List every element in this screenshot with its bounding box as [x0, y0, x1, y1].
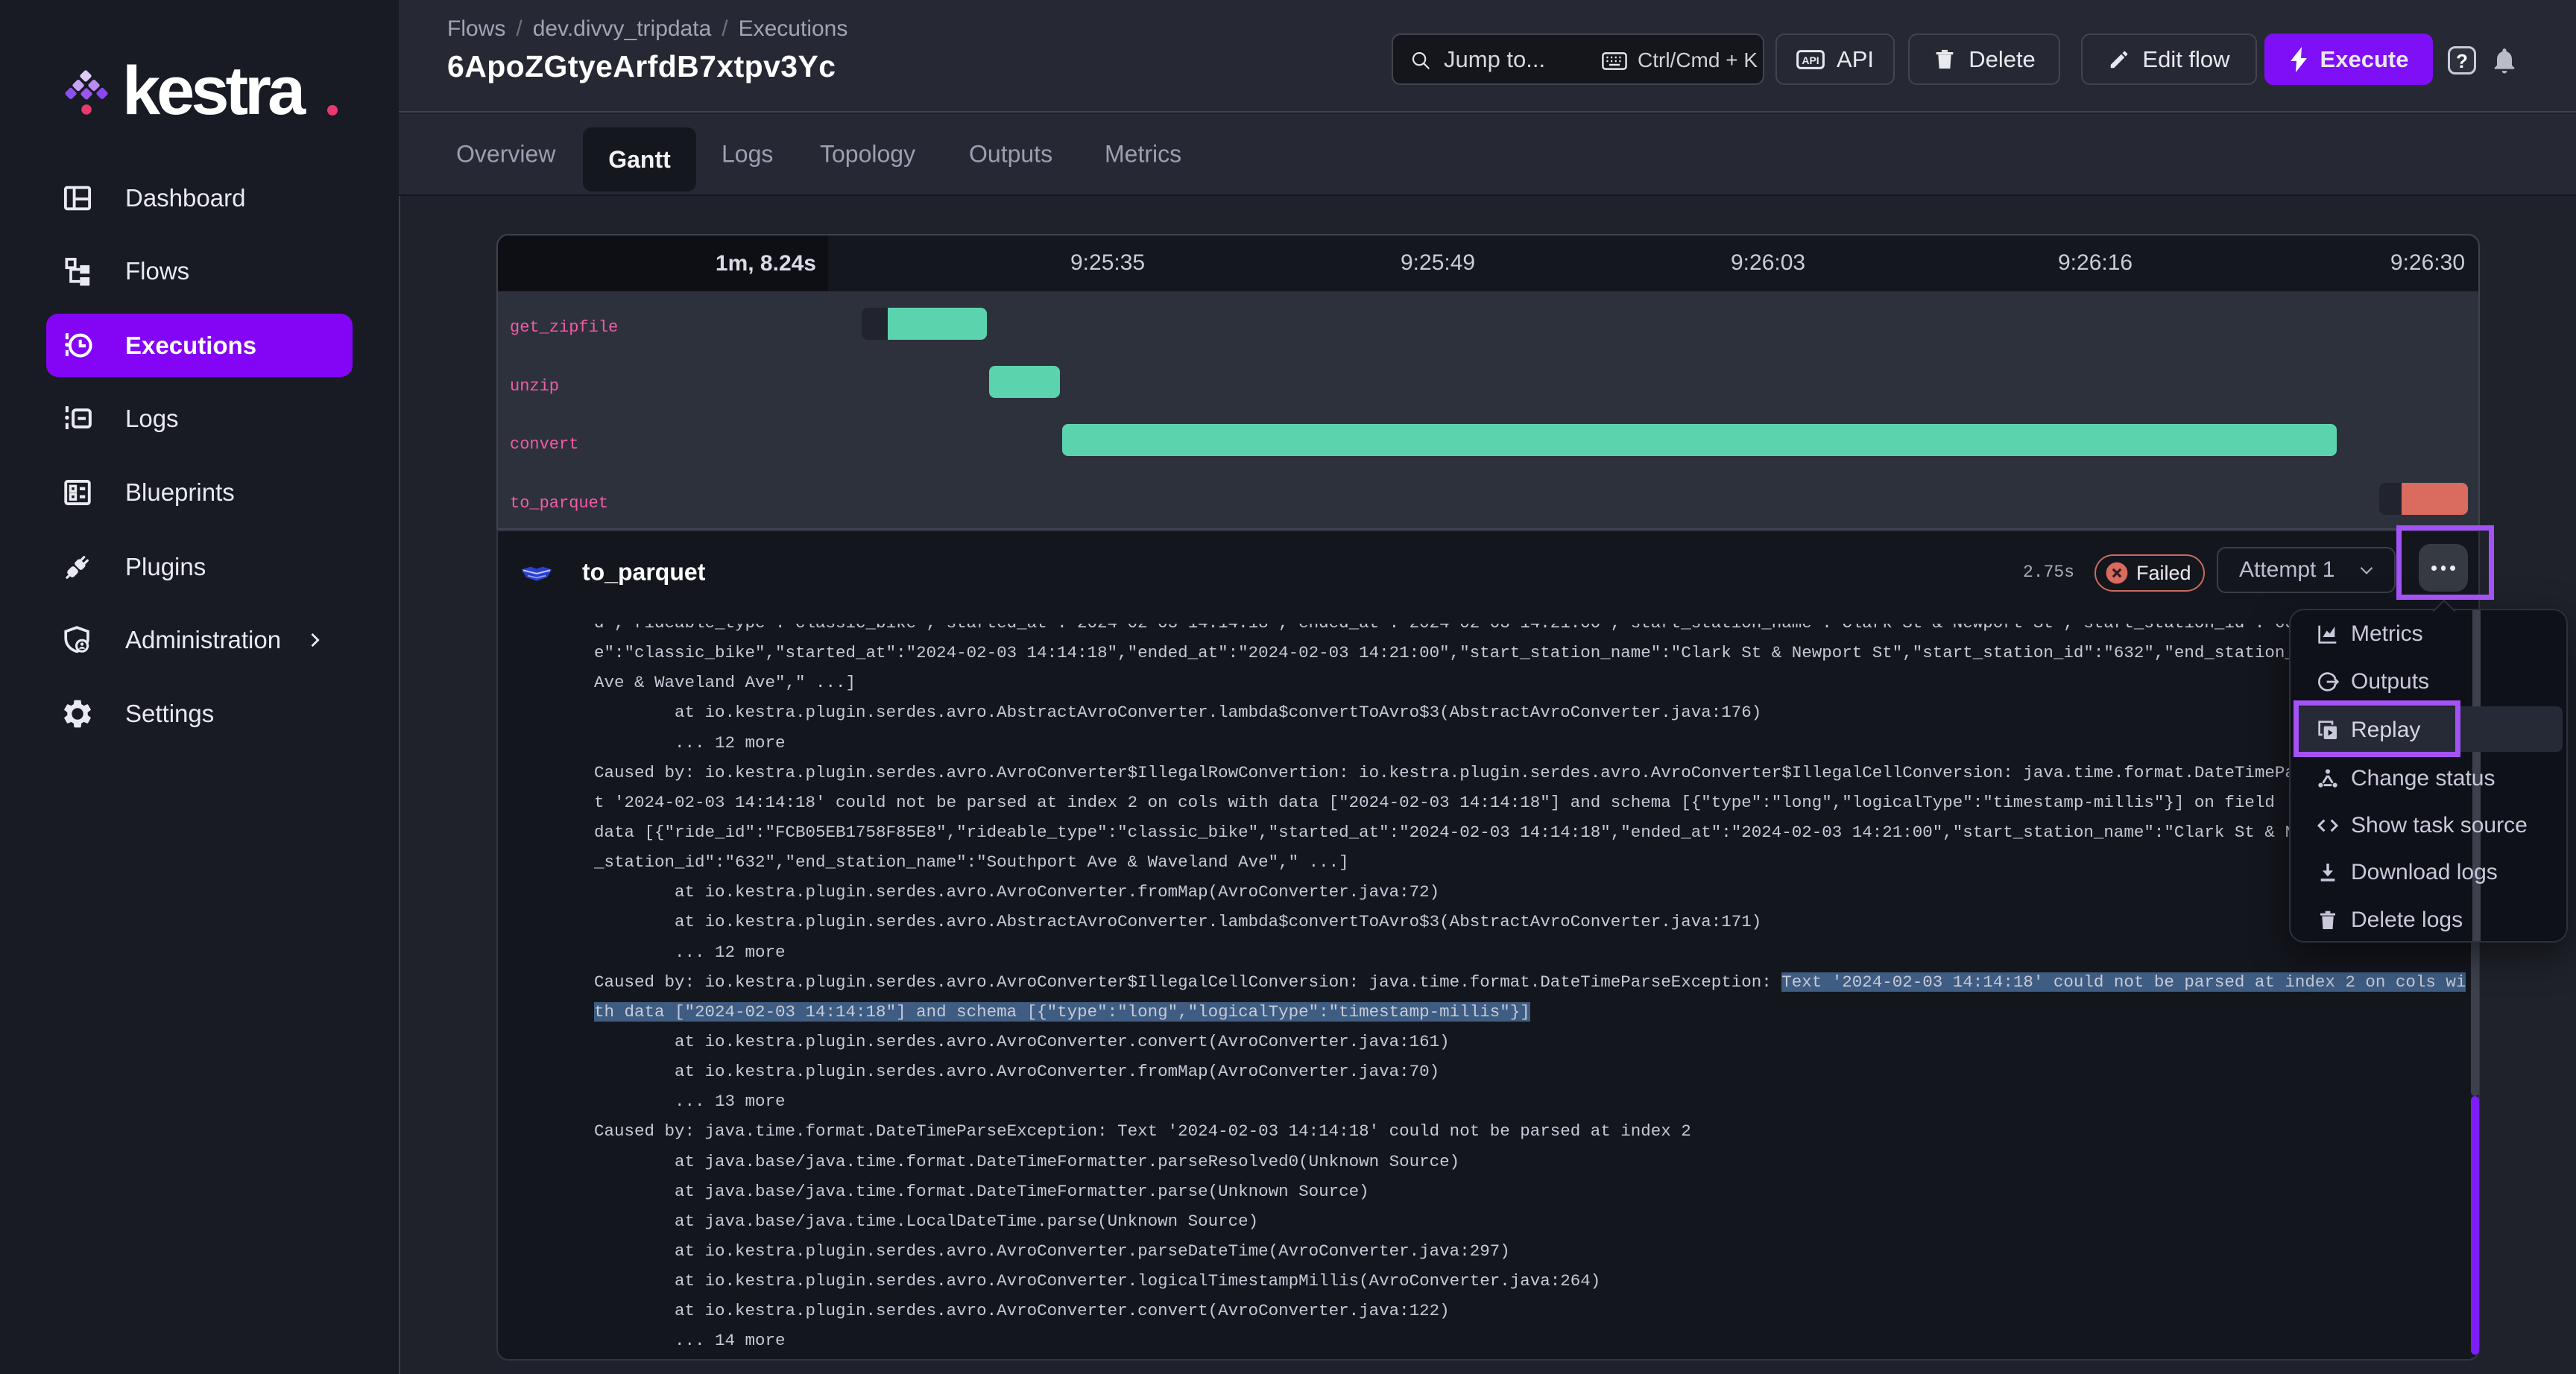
- svg-text:API: API: [1802, 54, 1819, 66]
